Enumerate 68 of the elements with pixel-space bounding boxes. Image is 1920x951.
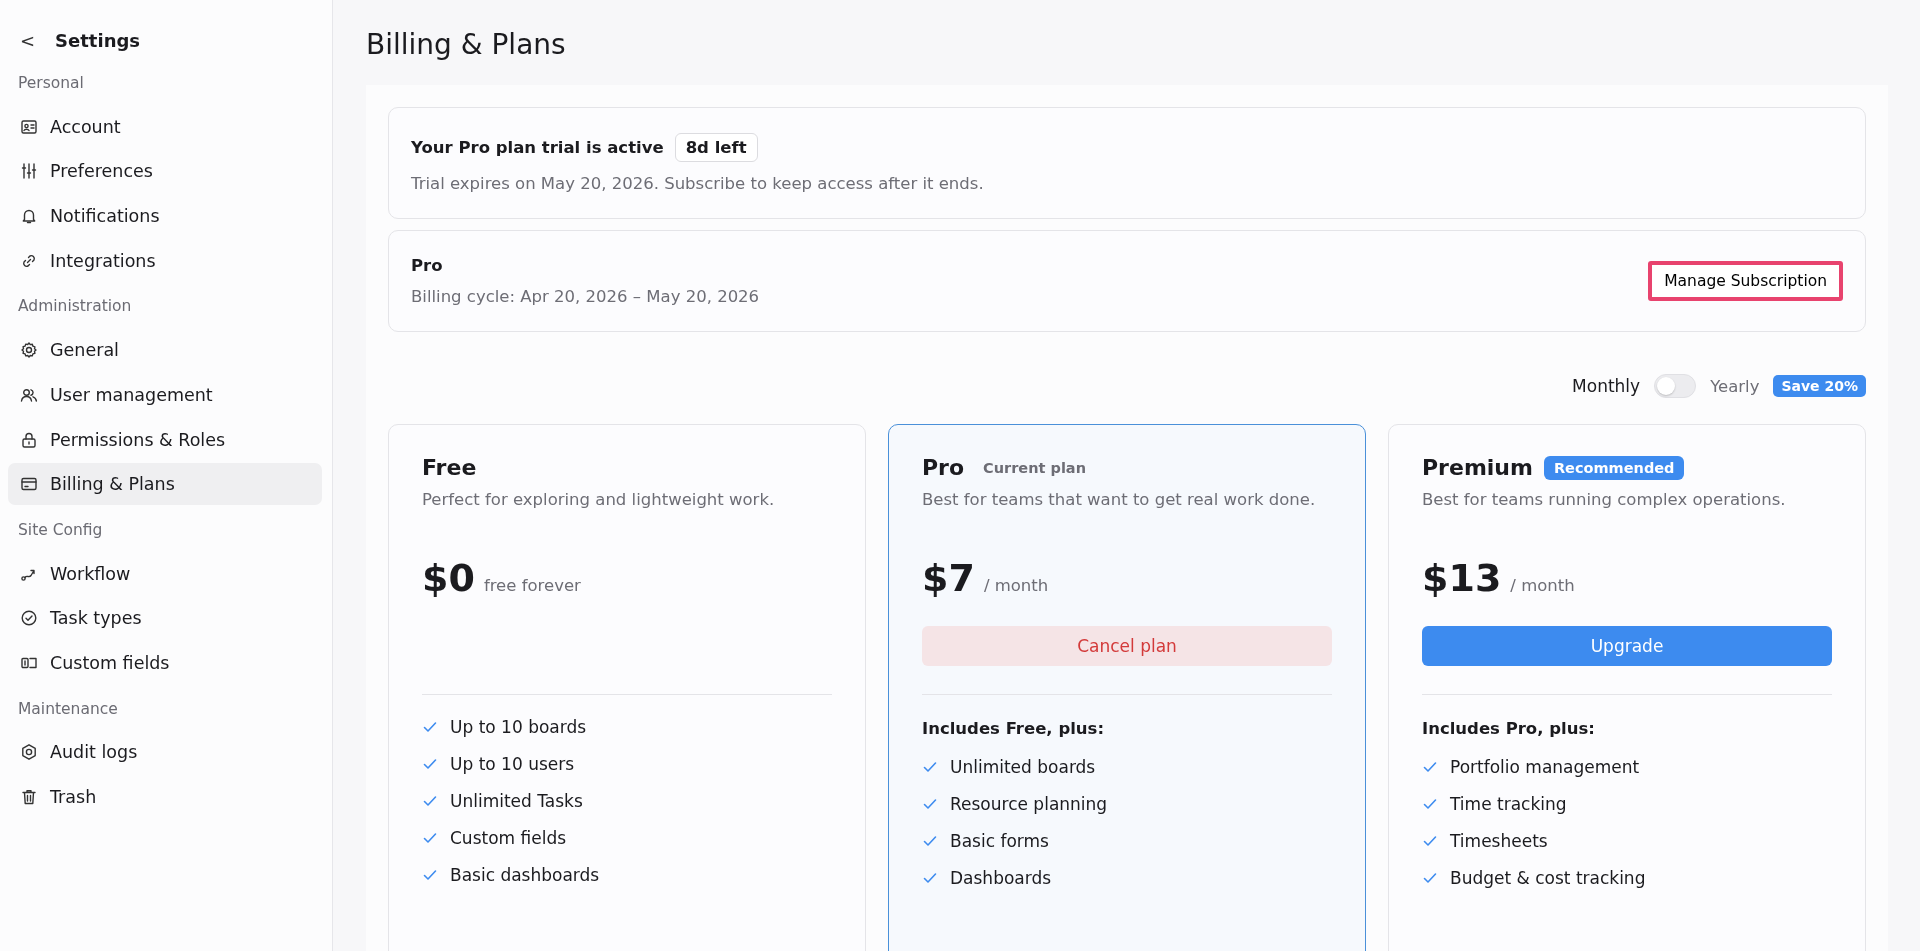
feature-item: Up to 10 users <box>450 753 575 774</box>
billing-cycle: Billing cycle: Apr 20, 2026 – May 20, 2026 <box>411 287 761 306</box>
price-period: / month <box>1510 576 1575 595</box>
plan-tag: Current plan <box>983 459 1086 476</box>
bell-icon <box>20 207 38 226</box>
feature-item: Up to 10 boards <box>450 716 587 737</box>
days-left-badge: 8d left <box>674 133 758 162</box>
feature-item: Budget & cost tracking <box>1450 867 1646 888</box>
cancel-plan-button[interactable]: Cancel plan <box>922 626 1332 666</box>
hexagon-icon <box>20 743 38 762</box>
yearly-label: Yearly <box>1710 376 1760 396</box>
sidebar-item[interactable]: Audit logs <box>8 731 322 774</box>
feature-item: Custom fields <box>450 827 567 848</box>
plan-price: $0 <box>422 556 475 600</box>
billing-toggle[interactable] <box>1654 374 1697 398</box>
sidebar-item[interactable]: Trash <box>8 776 322 818</box>
plan-description: Best for teams that want to get real work done. <box>922 490 1317 511</box>
sidebar-item[interactable]: Notifications <box>8 195 322 238</box>
features-heading: Includes Free, plus: <box>922 719 1105 738</box>
price-period: / month <box>983 576 1049 595</box>
recommended-badge: Recommended <box>1543 455 1685 480</box>
manage-subscription-button[interactable]: Manage Subscription <box>1648 261 1843 301</box>
sidebar-item[interactable]: General <box>8 329 322 372</box>
monthly-label: Monthly <box>1572 376 1641 396</box>
sidebar-item[interactable]: Workflow <box>8 552 322 595</box>
feature-item: Time tracking <box>1450 793 1567 814</box>
sliders-icon <box>20 162 38 181</box>
save-badge: Save 20% <box>1773 375 1866 397</box>
sidebar-item[interactable]: Billing & Plans <box>8 463 322 506</box>
gear-icon <box>20 341 38 360</box>
section-label: Site Config <box>17 519 104 541</box>
plan-title: Pro <box>922 455 965 480</box>
lock-icon <box>20 430 38 449</box>
plan-price: $7 <box>922 556 975 600</box>
feature-item: Basic forms <box>950 830 1049 851</box>
plan-price: $13 <box>1422 556 1502 600</box>
feature-item: Portfolio management <box>1450 756 1640 777</box>
id-card-icon <box>20 117 38 136</box>
check-circle-icon <box>20 609 38 628</box>
feature-item: Timesheets <box>1450 830 1548 851</box>
plan-name: Pro <box>411 256 444 275</box>
trial-description: Trial expires on May 20, 2026. Subscribe to keep access after it ends. <box>411 174 985 193</box>
plan-title: Free <box>422 455 477 480</box>
trash-icon <box>20 788 38 806</box>
sidebar-item[interactable]: Account <box>8 105 322 148</box>
sidebar-item[interactable]: User management <box>8 373 322 416</box>
sidebar-item[interactable]: Task types <box>8 597 322 640</box>
feature-item: Resource planning <box>950 793 1108 814</box>
page-title: Billing & Plans <box>366 27 567 63</box>
plan-description: Perfect for exploring and lightweight work. <box>422 490 776 511</box>
features-heading: Includes Pro, plus: <box>1422 719 1596 738</box>
feature-item: Unlimited boards <box>950 756 1096 777</box>
price-period: free forever <box>483 576 581 595</box>
sidebar-item[interactable]: Integrations <box>8 239 322 282</box>
feature-item: Basic dashboards <box>450 864 600 885</box>
section-label: Maintenance <box>17 698 119 720</box>
sidebar-item[interactable]: Preferences <box>8 150 322 193</box>
sidebar-item[interactable]: Custom fields <box>8 641 322 684</box>
section-label: Administration <box>17 296 133 318</box>
sidebar-item[interactable]: Permissions & Roles <box>8 418 322 461</box>
plan-description: Best for teams running complex operations. <box>1422 490 1787 511</box>
plan-title: Premium <box>1422 455 1533 480</box>
back-button[interactable]: < <box>20 29 36 51</box>
feature-item: Dashboards <box>950 867 1052 888</box>
trial-title: Your Pro plan trial is active <box>411 138 664 157</box>
feature-item: Unlimited Tasks <box>450 790 583 811</box>
section-label: Personal <box>17 73 85 94</box>
sidebar-title: Settings <box>55 29 141 51</box>
